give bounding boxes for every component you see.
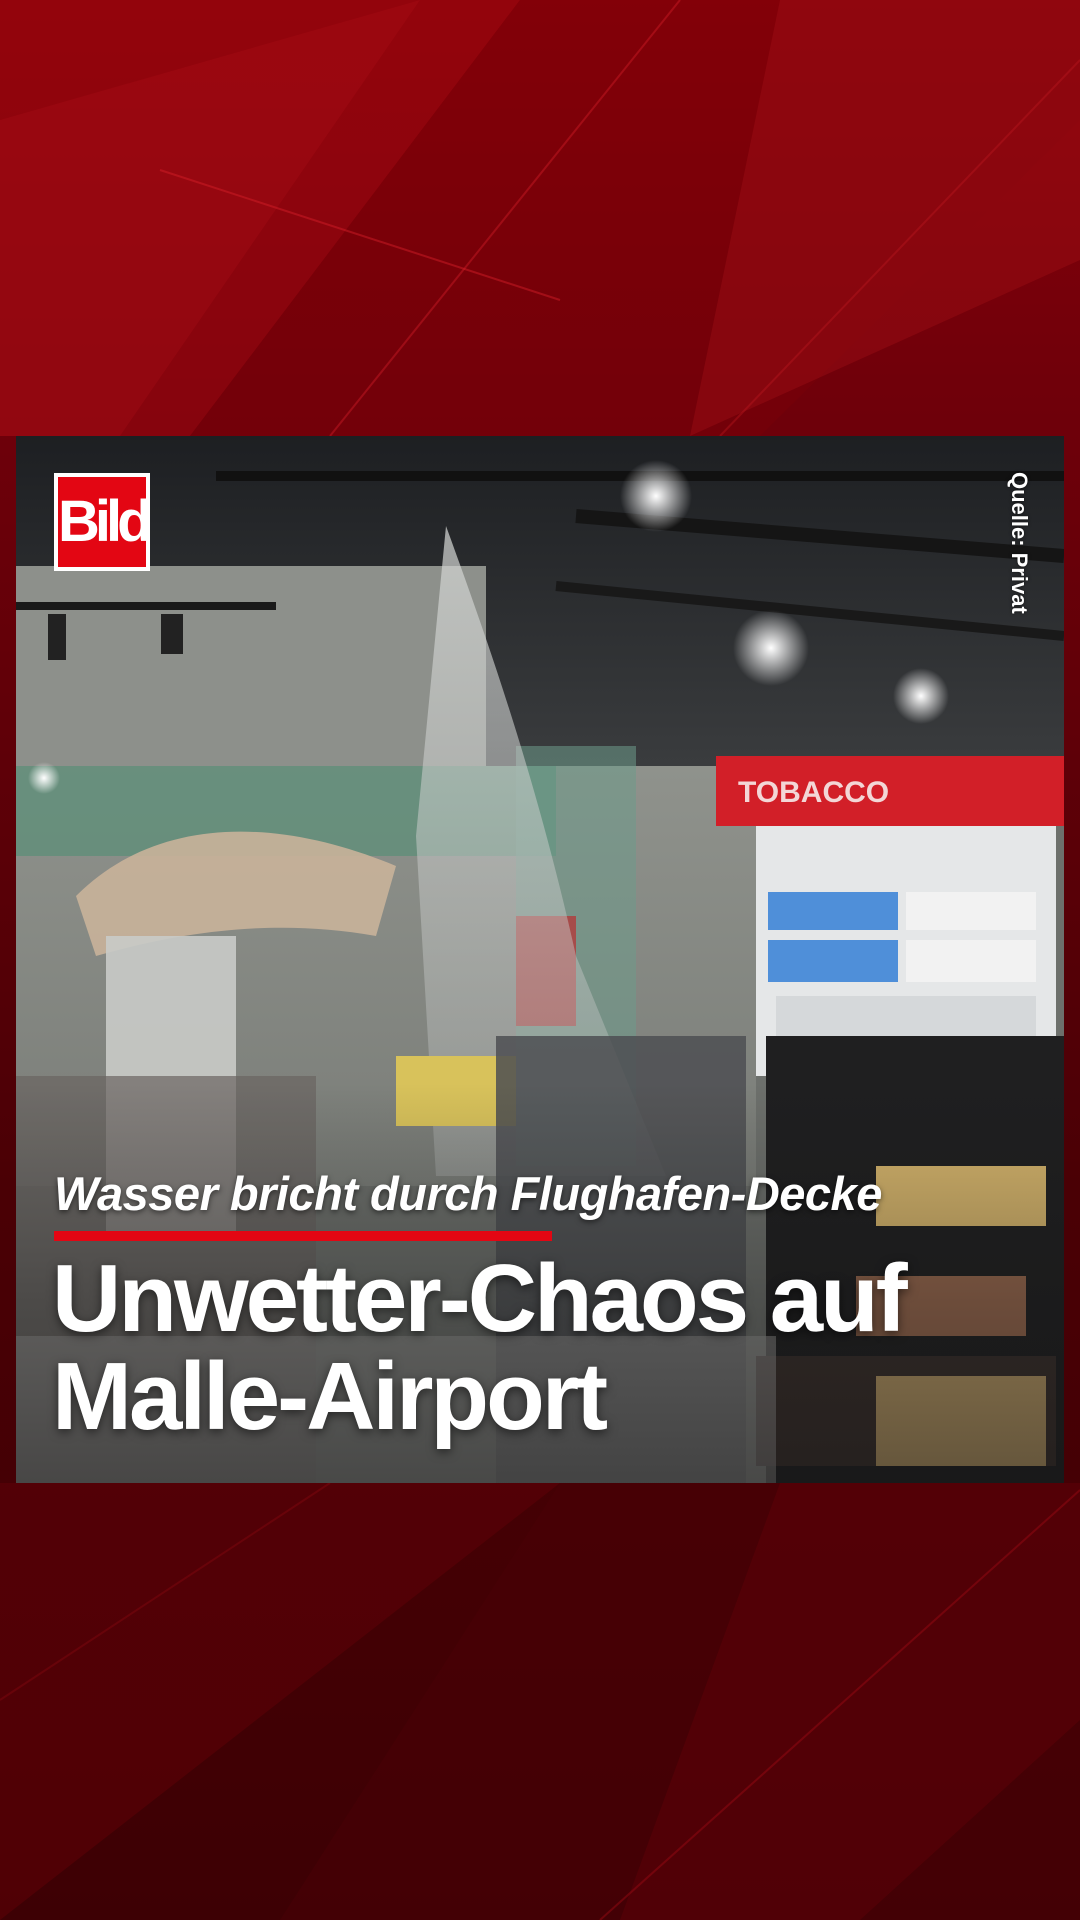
video-still[interactable]: TOBACCO Bild Quelle: Privat Wasser brich… (16, 436, 1064, 1483)
story-page: TOBACCO Bild Quelle: Privat Wasser brich… (0, 0, 1080, 1920)
tobacco-sign: TOBACCO (738, 776, 889, 809)
bild-logo[interactable]: Bild (54, 473, 153, 571)
kicker-underline (54, 1231, 552, 1241)
bild-logo-text: Bild (58, 477, 153, 567)
headline-line-2: Malle-Airport (52, 1343, 608, 1450)
story-kicker: Wasser bricht durch Flughafen-Decke (54, 1167, 882, 1220)
headline-line-1: Unwetter-Chaos auf (52, 1245, 908, 1352)
story-headline: Unwetter-Chaos auf Malle-Airport (52, 1250, 1012, 1446)
source-credit: Quelle: Privat (1007, 472, 1032, 614)
